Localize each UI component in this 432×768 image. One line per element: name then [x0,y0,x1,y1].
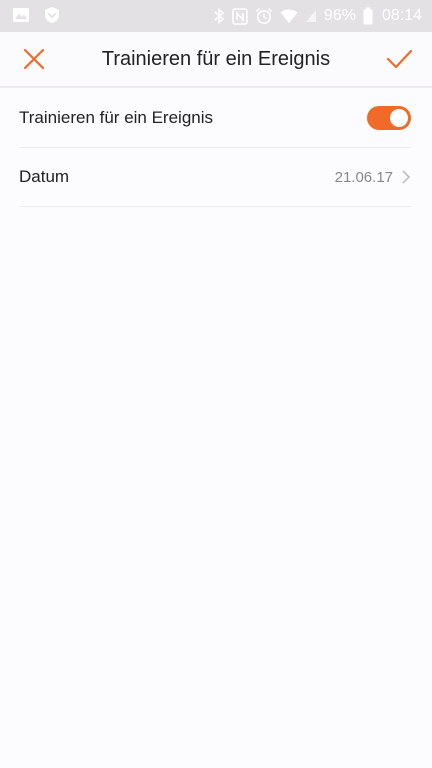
event-toggle-label: Trainieren für ein Ereignis [19,108,214,127]
alarm-icon [255,7,272,24]
date-label: Datum [19,167,70,186]
wifi-icon [280,9,298,23]
close-icon [23,48,45,70]
check-icon [386,49,413,69]
image-icon [13,8,29,22]
nfc-icon [232,7,248,25]
date-value: 21.06.17 [334,168,393,186]
battery-icon [363,7,373,25]
signal-icon [305,10,316,22]
shield-icon [45,7,59,23]
status-bar: 96% 08:14 [0,0,432,32]
status-notifications [12,6,60,24]
event-toggle-switch[interactable] [367,106,411,130]
chevron-right-icon [402,170,411,184]
date-row[interactable]: Datum 21.06.17 [19,148,411,207]
page-title: Trainieren für ein Ereignis [101,47,331,70]
battery-percentage: 96% [323,7,356,24]
close-button[interactable] [20,45,48,73]
confirm-button[interactable] [384,44,414,74]
status-time: 08:14 [381,7,422,24]
status-system: 96% 08:14 [213,0,422,32]
bluetooth-icon [214,7,225,25]
app-bar: Trainieren für ein Ereignis [0,32,432,88]
event-toggle-row: Trainieren für ein Ereignis [19,89,411,148]
toggle-knob [390,109,408,127]
